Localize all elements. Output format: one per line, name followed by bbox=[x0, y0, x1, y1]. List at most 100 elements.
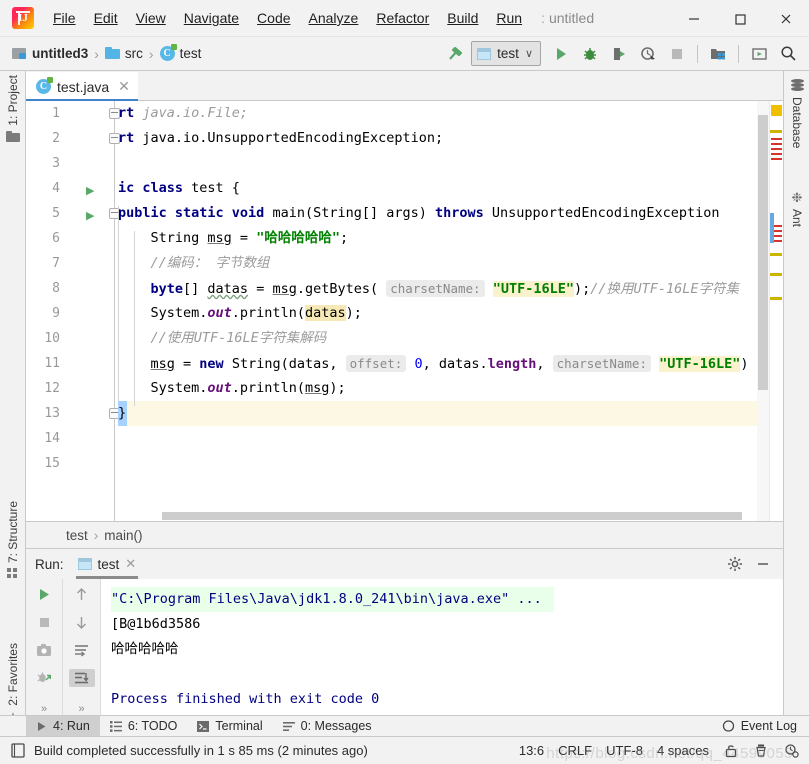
console-line-exit: Process finished with exit code 0 bbox=[111, 691, 380, 707]
build-hammer-icon[interactable] bbox=[442, 42, 468, 66]
editor-marker-stripe[interactable] bbox=[769, 101, 783, 521]
indent-setting[interactable]: 4 spaces bbox=[657, 743, 709, 758]
status-bar: Build completed successfully in 1 s 85 m… bbox=[0, 736, 809, 764]
bottom-item-messages[interactable]: 0: Messages bbox=[273, 716, 382, 737]
run-panel-header-actions bbox=[725, 554, 783, 574]
menu-build[interactable]: Build bbox=[438, 7, 487, 29]
scroll-to-end-icon[interactable] bbox=[68, 669, 95, 687]
line-number: 4 bbox=[52, 181, 60, 196]
editor-tab-test-java[interactable]: C test.java ✕ bbox=[26, 72, 138, 102]
sidebar-item-ant[interactable]: ❉ Ant bbox=[784, 191, 809, 227]
rerun-icon[interactable] bbox=[31, 585, 57, 603]
editor-horizontal-scrollbar[interactable] bbox=[118, 511, 757, 520]
breadcrumb-class[interactable]: test bbox=[66, 528, 88, 543]
warning-marker[interactable] bbox=[770, 273, 782, 276]
run-method-gutter-icon[interactable]: ▶ bbox=[86, 209, 94, 222]
sidebar-item-favorites[interactable]: 2: Favorites ★ bbox=[0, 643, 26, 726]
console-line-command: "C:\Program Files\Java\jdk1.8.0_241\bin\… bbox=[111, 587, 554, 612]
hscrollbar-thumb[interactable] bbox=[162, 512, 742, 520]
menu-view[interactable]: View bbox=[127, 7, 175, 29]
warning-marker[interactable] bbox=[770, 253, 782, 256]
expand-more-icon-2[interactable]: » bbox=[78, 703, 84, 715]
run-tab-test[interactable]: test ✕ bbox=[72, 550, 143, 579]
breadcrumb-item-project[interactable]: untitled3 bbox=[9, 44, 91, 63]
profile-icon[interactable] bbox=[635, 42, 661, 66]
search-everywhere-icon[interactable] bbox=[775, 42, 801, 66]
run-with-coverage-icon[interactable] bbox=[606, 42, 632, 66]
breadcrumb-method[interactable]: main() bbox=[104, 528, 142, 543]
screenshot-icon[interactable] bbox=[31, 641, 57, 659]
caret-position[interactable]: 13:6 bbox=[519, 743, 544, 758]
ant-icon: ❉ bbox=[791, 190, 803, 205]
debug-icon[interactable] bbox=[577, 42, 603, 66]
inspection-icon[interactable] bbox=[753, 743, 769, 759]
title-bar: IJ File Edit View Navigate Code Analyze … bbox=[0, 0, 809, 37]
code-text[interactable]: rt java.io.File; rt java.io.UnsupportedE… bbox=[118, 101, 783, 521]
code-line-10: //使用UTF-16LE字符集解码 bbox=[118, 330, 327, 346]
dump-threads-icon[interactable] bbox=[31, 669, 57, 687]
menu-refactor-label: Refactor bbox=[376, 10, 430, 26]
minimize-button[interactable] bbox=[671, 0, 717, 37]
run-configuration-selector[interactable]: test ∨ bbox=[471, 41, 541, 66]
soft-wrap-icon[interactable] bbox=[69, 641, 95, 659]
menu-run[interactable]: Run bbox=[487, 7, 531, 29]
error-marker[interactable] bbox=[771, 143, 782, 145]
gear-icon[interactable] bbox=[725, 554, 745, 574]
event-log-button[interactable]: Event Log bbox=[722, 719, 809, 733]
event-log-icon bbox=[722, 719, 734, 732]
error-marker[interactable] bbox=[771, 138, 782, 140]
navigation-toolbar: untitled3 › src › C test test ∨ bbox=[0, 37, 809, 71]
menu-navigate[interactable]: Navigate bbox=[175, 7, 248, 29]
close-button[interactable] bbox=[763, 0, 809, 37]
bottom-item-terminal-label: Terminal bbox=[215, 719, 263, 733]
line-number: 6 bbox=[52, 231, 60, 246]
background-tasks-icon[interactable] bbox=[783, 743, 799, 759]
breadcrumb-item-class[interactable]: C test bbox=[157, 44, 205, 63]
code-editor[interactable]: 1 2 3 4 5 6 7 8 9 10 11 12 13 14 15 ▶ ▶ bbox=[26, 101, 783, 521]
file-encoding[interactable]: UTF-8 bbox=[606, 743, 643, 758]
todo-icon bbox=[109, 720, 122, 732]
editor-gutter[interactable]: 1 2 3 4 5 6 7 8 9 10 11 12 13 14 15 ▶ ▶ bbox=[26, 101, 120, 521]
run-tab-label: test bbox=[97, 556, 120, 572]
hide-panel-icon[interactable] bbox=[753, 554, 773, 574]
line-number: 2 bbox=[52, 131, 60, 146]
breadcrumb-item-src[interactable]: src bbox=[102, 44, 146, 63]
warning-marker[interactable] bbox=[770, 297, 782, 300]
error-marker[interactable] bbox=[771, 158, 782, 160]
run-icon[interactable] bbox=[548, 42, 574, 66]
bottom-item-terminal[interactable]: Terminal bbox=[187, 716, 272, 737]
bottom-item-run-label: 4: Run bbox=[53, 719, 90, 733]
expand-more-icon[interactable]: » bbox=[41, 703, 47, 715]
maximize-button[interactable] bbox=[717, 0, 763, 37]
caret-position-marker bbox=[770, 213, 774, 243]
error-marker[interactable] bbox=[771, 153, 782, 155]
menu-bar: File Edit View Navigate Code Analyze Ref… bbox=[44, 7, 531, 29]
project-structure-icon[interactable] bbox=[705, 42, 731, 66]
run-class-gutter-icon[interactable]: ▶ bbox=[86, 184, 94, 197]
code-line-11: msg = new String(datas, offset: 0, datas… bbox=[150, 355, 749, 372]
bottom-item-todo[interactable]: 6: TODO bbox=[100, 716, 188, 737]
scrollbar-thumb[interactable] bbox=[758, 115, 768, 390]
console-output[interactable]: "C:\Program Files\Java\jdk1.8.0_241\bin\… bbox=[100, 579, 783, 715]
menu-analyze[interactable]: Analyze bbox=[300, 7, 368, 29]
close-icon[interactable]: ✕ bbox=[118, 78, 130, 95]
sidebar-item-database[interactable]: Database bbox=[784, 79, 809, 148]
lock-icon[interactable] bbox=[723, 743, 739, 759]
editor-vertical-scrollbar[interactable] bbox=[757, 101, 769, 521]
error-marker[interactable] bbox=[771, 148, 782, 150]
update-project-icon[interactable] bbox=[746, 42, 772, 66]
line-separator[interactable]: CRLF bbox=[558, 743, 592, 758]
menu-file[interactable]: File bbox=[44, 7, 85, 29]
menu-code[interactable]: Code bbox=[248, 7, 299, 29]
scroll-down-icon[interactable] bbox=[69, 613, 95, 631]
sidebar-item-structure[interactable]: 7: Structure bbox=[0, 501, 26, 579]
close-icon[interactable]: ✕ bbox=[125, 556, 136, 572]
bottom-item-run[interactable]: 4: Run bbox=[26, 715, 100, 737]
menu-edit[interactable]: Edit bbox=[85, 7, 127, 29]
menu-navigate-label: Navigate bbox=[183, 10, 240, 26]
warning-marker[interactable] bbox=[770, 130, 782, 133]
scroll-up-icon[interactable] bbox=[69, 585, 95, 603]
inspection-status-indicator[interactable] bbox=[771, 105, 782, 116]
code-line-9: System.out.println(datas); bbox=[118, 305, 362, 321]
menu-refactor[interactable]: Refactor bbox=[367, 7, 438, 29]
